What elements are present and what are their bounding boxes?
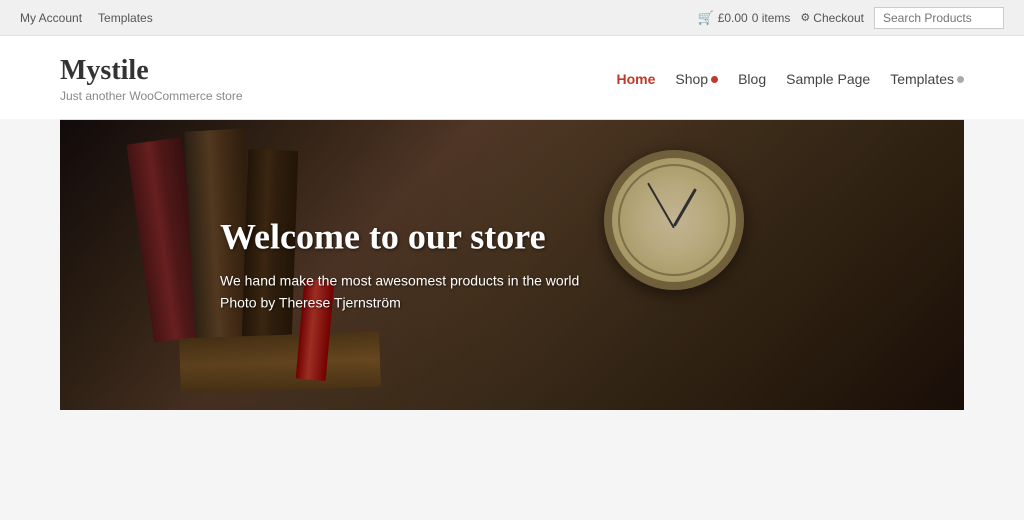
top-bar-right: 🛒 £0.00 0 items ⚙ Checkout [698,7,1004,29]
cart-icon: 🛒 [698,10,714,26]
nav-templates[interactable]: Templates [890,71,964,87]
top-bar: My Account Templates 🛒 £0.00 0 items ⚙ C… [0,0,1024,36]
cart-info: 🛒 £0.00 0 items [698,10,791,26]
nav-blog[interactable]: Blog [738,71,766,87]
nav-dot-shop [711,76,718,83]
hero-subtitle-line1: We hand make the most awesomest products… [220,269,579,291]
checkout-link[interactable]: ⚙ Checkout [800,11,864,25]
site-header: Mystile Just another WooCommerce store H… [0,36,1024,119]
nav-shop[interactable]: Shop [675,71,718,87]
hero-banner: Welcome to our store We hand make the mo… [60,120,964,410]
nav-home[interactable]: Home [616,71,655,87]
nav-sample-page[interactable]: Sample Page [786,71,870,87]
main-nav: Home Shop Blog Sample Page Templates [616,71,964,87]
site-subtitle: Just another WooCommerce store [60,89,243,103]
cart-currency: £0.00 [718,11,748,25]
hero-subtitle-line2: Photo by Therese Tjernström [220,292,579,314]
top-bar-left: My Account Templates [20,11,153,25]
nav-dot-templates [957,76,964,83]
checkout-label: Checkout [813,11,864,25]
cart-items: 0 items [752,11,791,25]
search-input[interactable] [874,7,1004,29]
templates-link-top[interactable]: Templates [98,11,153,25]
hero-title: Welcome to our store [220,215,579,257]
site-title: Mystile [60,56,243,87]
hero-content: Welcome to our store We hand make the mo… [220,215,579,314]
hero-subtitle: We hand make the most awesomest products… [220,269,579,314]
logo-area: Mystile Just another WooCommerce store [60,56,243,103]
my-account-link[interactable]: My Account [20,11,82,25]
gear-icon: ⚙ [800,11,810,24]
